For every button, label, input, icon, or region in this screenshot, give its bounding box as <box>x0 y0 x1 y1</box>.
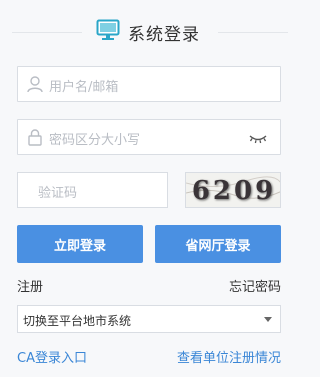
province-login-button[interactable]: 省网厅登录 <box>155 225 281 263</box>
captcha-placeholder: 验证码 <box>38 186 78 201</box>
login-header: 系统登录 <box>0 18 300 46</box>
captcha-input[interactable]: 验证码 <box>17 172 168 208</box>
user-icon <box>26 75 44 93</box>
username-field[interactable]: 用户名/邮箱 <box>17 66 281 102</box>
username-placeholder: 用户名/邮箱 <box>49 80 119 95</box>
ca-login-link[interactable]: CA登录入口 <box>17 347 87 366</box>
lock-icon <box>26 128 44 146</box>
login-button[interactable]: 立即登录 <box>17 225 143 263</box>
header-divider-right <box>218 32 288 33</box>
header-divider-left <box>12 32 82 33</box>
check-registration-link[interactable]: 查看单位注册情况 <box>177 347 281 366</box>
password-placeholder: 密码区分大小写 <box>49 133 141 148</box>
header-title-group: 系统登录 <box>96 19 200 45</box>
chevron-down-icon <box>264 317 272 322</box>
monitor-icon <box>96 19 120 45</box>
register-link[interactable]: 注册 <box>17 276 43 295</box>
eye-closed-icon[interactable] <box>248 130 268 146</box>
password-field[interactable]: 密码区分大小写 <box>17 119 281 155</box>
platform-select-value: 切换至平台地市系统 <box>23 314 132 328</box>
forgot-password-link[interactable]: 忘记密码 <box>229 276 281 295</box>
captcha-code: 6209 <box>191 176 277 206</box>
page-title: 系统登录 <box>128 24 200 45</box>
captcha-image[interactable]: 6209 <box>185 172 281 208</box>
platform-select[interactable]: 切换至平台地市系统 <box>17 305 281 333</box>
